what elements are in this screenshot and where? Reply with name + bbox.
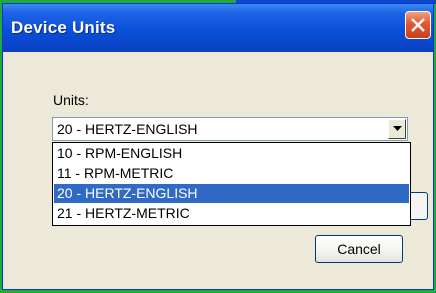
close-icon [411,18,425,32]
units-selected-value: 20 - HERTZ-ENGLISH [57,121,198,137]
option-20-hertz-english[interactable]: 20 - HERTZ-ENGLISH [54,184,409,203]
units-combobox[interactable]: 20 - HERTZ-ENGLISH [52,117,408,141]
units-dropdown-list[interactable]: 10 - RPM-ENGLISH 11 - RPM-METRIC 20 - HE… [52,142,411,226]
title-bar[interactable]: Device Units [3,4,433,52]
units-label: Units: [53,92,89,108]
device-units-dialog: Device Units Units: 20 - HERTZ-ENGLISH 1… [2,3,434,290]
cancel-button[interactable]: Cancel [315,235,403,263]
chevron-down-icon [393,126,402,131]
dialog-title: Device Units [11,18,116,37]
option-10-rpm-english[interactable]: 10 - RPM-ENGLISH [54,144,409,163]
close-button[interactable] [405,11,431,39]
option-11-rpm-metric[interactable]: 11 - RPM-METRIC [54,164,409,183]
dialog-body: Units: 20 - HERTZ-ENGLISH 10 - RPM-ENGLI… [6,52,430,286]
dropdown-arrow-button[interactable] [388,119,406,139]
option-21-hertz-metric[interactable]: 21 - HERTZ-METRIC [54,204,409,223]
